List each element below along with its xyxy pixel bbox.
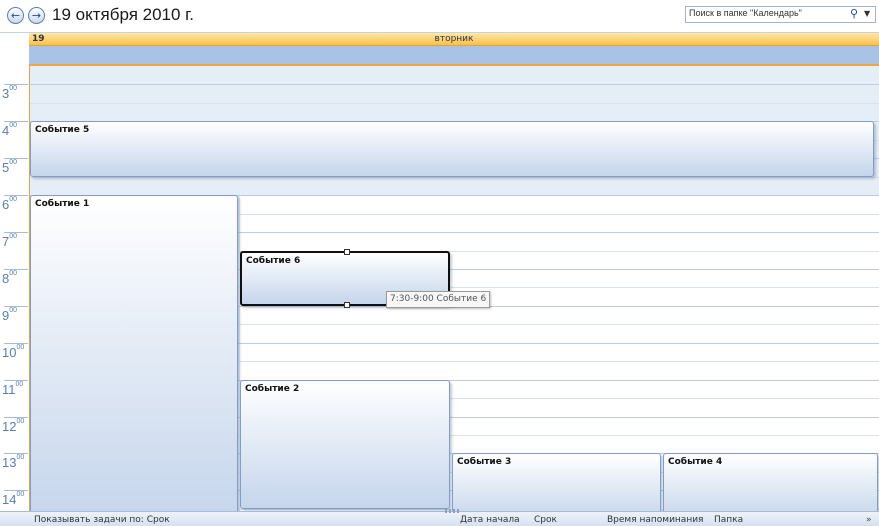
search-icon[interactable]: ⚲	[850, 7, 858, 21]
event-title: Событие 2	[245, 383, 300, 394]
hour-number: 12	[2, 418, 17, 434]
time-label: 1100	[2, 380, 28, 397]
column-folder[interactable]: Папка	[714, 515, 743, 525]
time-separator	[4, 379, 28, 381]
time-separator	[4, 453, 28, 455]
time-column: 300 400 500 600 700 800 900 1000 1100 1200 1300 140…	[0, 66, 30, 511]
time-label: 900	[2, 306, 28, 323]
chevron-down-icon[interactable]: ▼	[864, 7, 870, 21]
tasks-bar: Показывать задачи по: Срок Дата начала С…	[0, 509, 879, 526]
event-title: Событие 4	[668, 457, 723, 468]
time-gutter-top	[0, 33, 30, 66]
date-title: 19 октября 2010 г.	[52, 5, 195, 24]
search-box[interactable]: Поиск в папке "Календарь" ⚲ ▼	[685, 6, 876, 23]
column-start-date[interactable]: Дата начала	[460, 515, 520, 525]
calendar-event[interactable]: Событие 5	[30, 121, 874, 177]
time-separator	[4, 84, 28, 86]
minutes-suffix: 00	[16, 343, 25, 351]
minutes-suffix: 00	[15, 380, 24, 388]
time-label: 1300	[2, 454, 28, 471]
minutes-suffix: 00	[16, 417, 25, 425]
half-hour-line	[30, 176, 879, 178]
minutes-suffix: 00	[9, 233, 18, 241]
minutes-suffix: 00	[9, 159, 18, 167]
expand-icon[interactable]: »	[866, 515, 872, 525]
hour-number: 13	[2, 455, 17, 471]
minutes-suffix: 00	[9, 306, 18, 314]
calendar-header: ← → 19 октября 2010 г. Поиск в папке "Ка…	[0, 0, 879, 33]
time-label: 800	[2, 269, 28, 286]
resize-handle[interactable]	[344, 248, 350, 255]
calendar-event[interactable]: Событие 3	[452, 453, 661, 511]
back-arrow-icon[interactable]: ←	[7, 7, 24, 24]
column-reminder[interactable]: Время напоминания	[607, 515, 703, 525]
minutes-suffix: 00	[9, 196, 18, 204]
day-number: 19	[32, 34, 45, 44]
hour-number: 11	[2, 381, 16, 397]
time-separator	[4, 416, 28, 418]
minutes-suffix: 00	[16, 454, 25, 462]
time-separator	[4, 158, 28, 160]
day-grid[interactable]: Событие 5 Событие 1 Событие 6 Событие 2 Собы…	[29, 66, 879, 511]
time-separator	[4, 305, 28, 307]
event-title: Событие 1	[35, 199, 90, 210]
resize-grip[interactable]	[445, 509, 461, 513]
time-label: 1400	[2, 491, 28, 508]
hour-line	[30, 84, 879, 86]
time-label: 300	[2, 85, 28, 101]
forward-arrow-icon[interactable]: →	[28, 7, 45, 24]
time-separator	[4, 268, 28, 270]
minutes-suffix: 00	[9, 85, 18, 93]
calendar-event[interactable]: Событие 4	[663, 453, 878, 511]
search-input[interactable]: Поиск в папке "Календарь"	[689, 8, 839, 20]
time-label: 500	[2, 159, 28, 175]
event-tooltip: 7:30-9:00 Событие 6	[386, 291, 491, 308]
half-hour-line	[30, 102, 879, 104]
time-separator	[4, 195, 28, 197]
time-label: 1200	[2, 417, 28, 434]
minutes-suffix: 00	[9, 122, 18, 130]
time-separator	[4, 342, 28, 344]
time-separator	[4, 121, 28, 123]
all-day-events-area[interactable]	[29, 46, 879, 64]
event-title: Событие 5	[35, 125, 90, 136]
minutes-suffix: 00	[16, 491, 25, 499]
minutes-suffix: 00	[9, 269, 18, 277]
hour-number: 10	[2, 344, 17, 360]
time-label: 400	[2, 122, 28, 138]
calendar-event[interactable]: Событие 1	[30, 195, 238, 511]
column-due[interactable]: Срок	[534, 515, 557, 525]
hour-number: 14	[2, 492, 17, 508]
time-label: 1000	[2, 343, 28, 360]
resize-handle[interactable]	[344, 301, 350, 308]
show-tasks-label[interactable]: Показывать задачи по: Срок	[34, 515, 170, 525]
day-name: вторник	[434, 34, 474, 44]
event-title: Событие 3	[457, 457, 512, 468]
time-separator	[4, 232, 28, 234]
time-label: 700	[2, 233, 28, 249]
time-separator	[4, 490, 28, 492]
day-header[interactable]: вторник 19	[29, 33, 879, 46]
time-label: 600	[2, 196, 28, 212]
event-title: Событие 6	[246, 255, 301, 266]
calendar-event[interactable]: Событие 2	[240, 379, 450, 509]
